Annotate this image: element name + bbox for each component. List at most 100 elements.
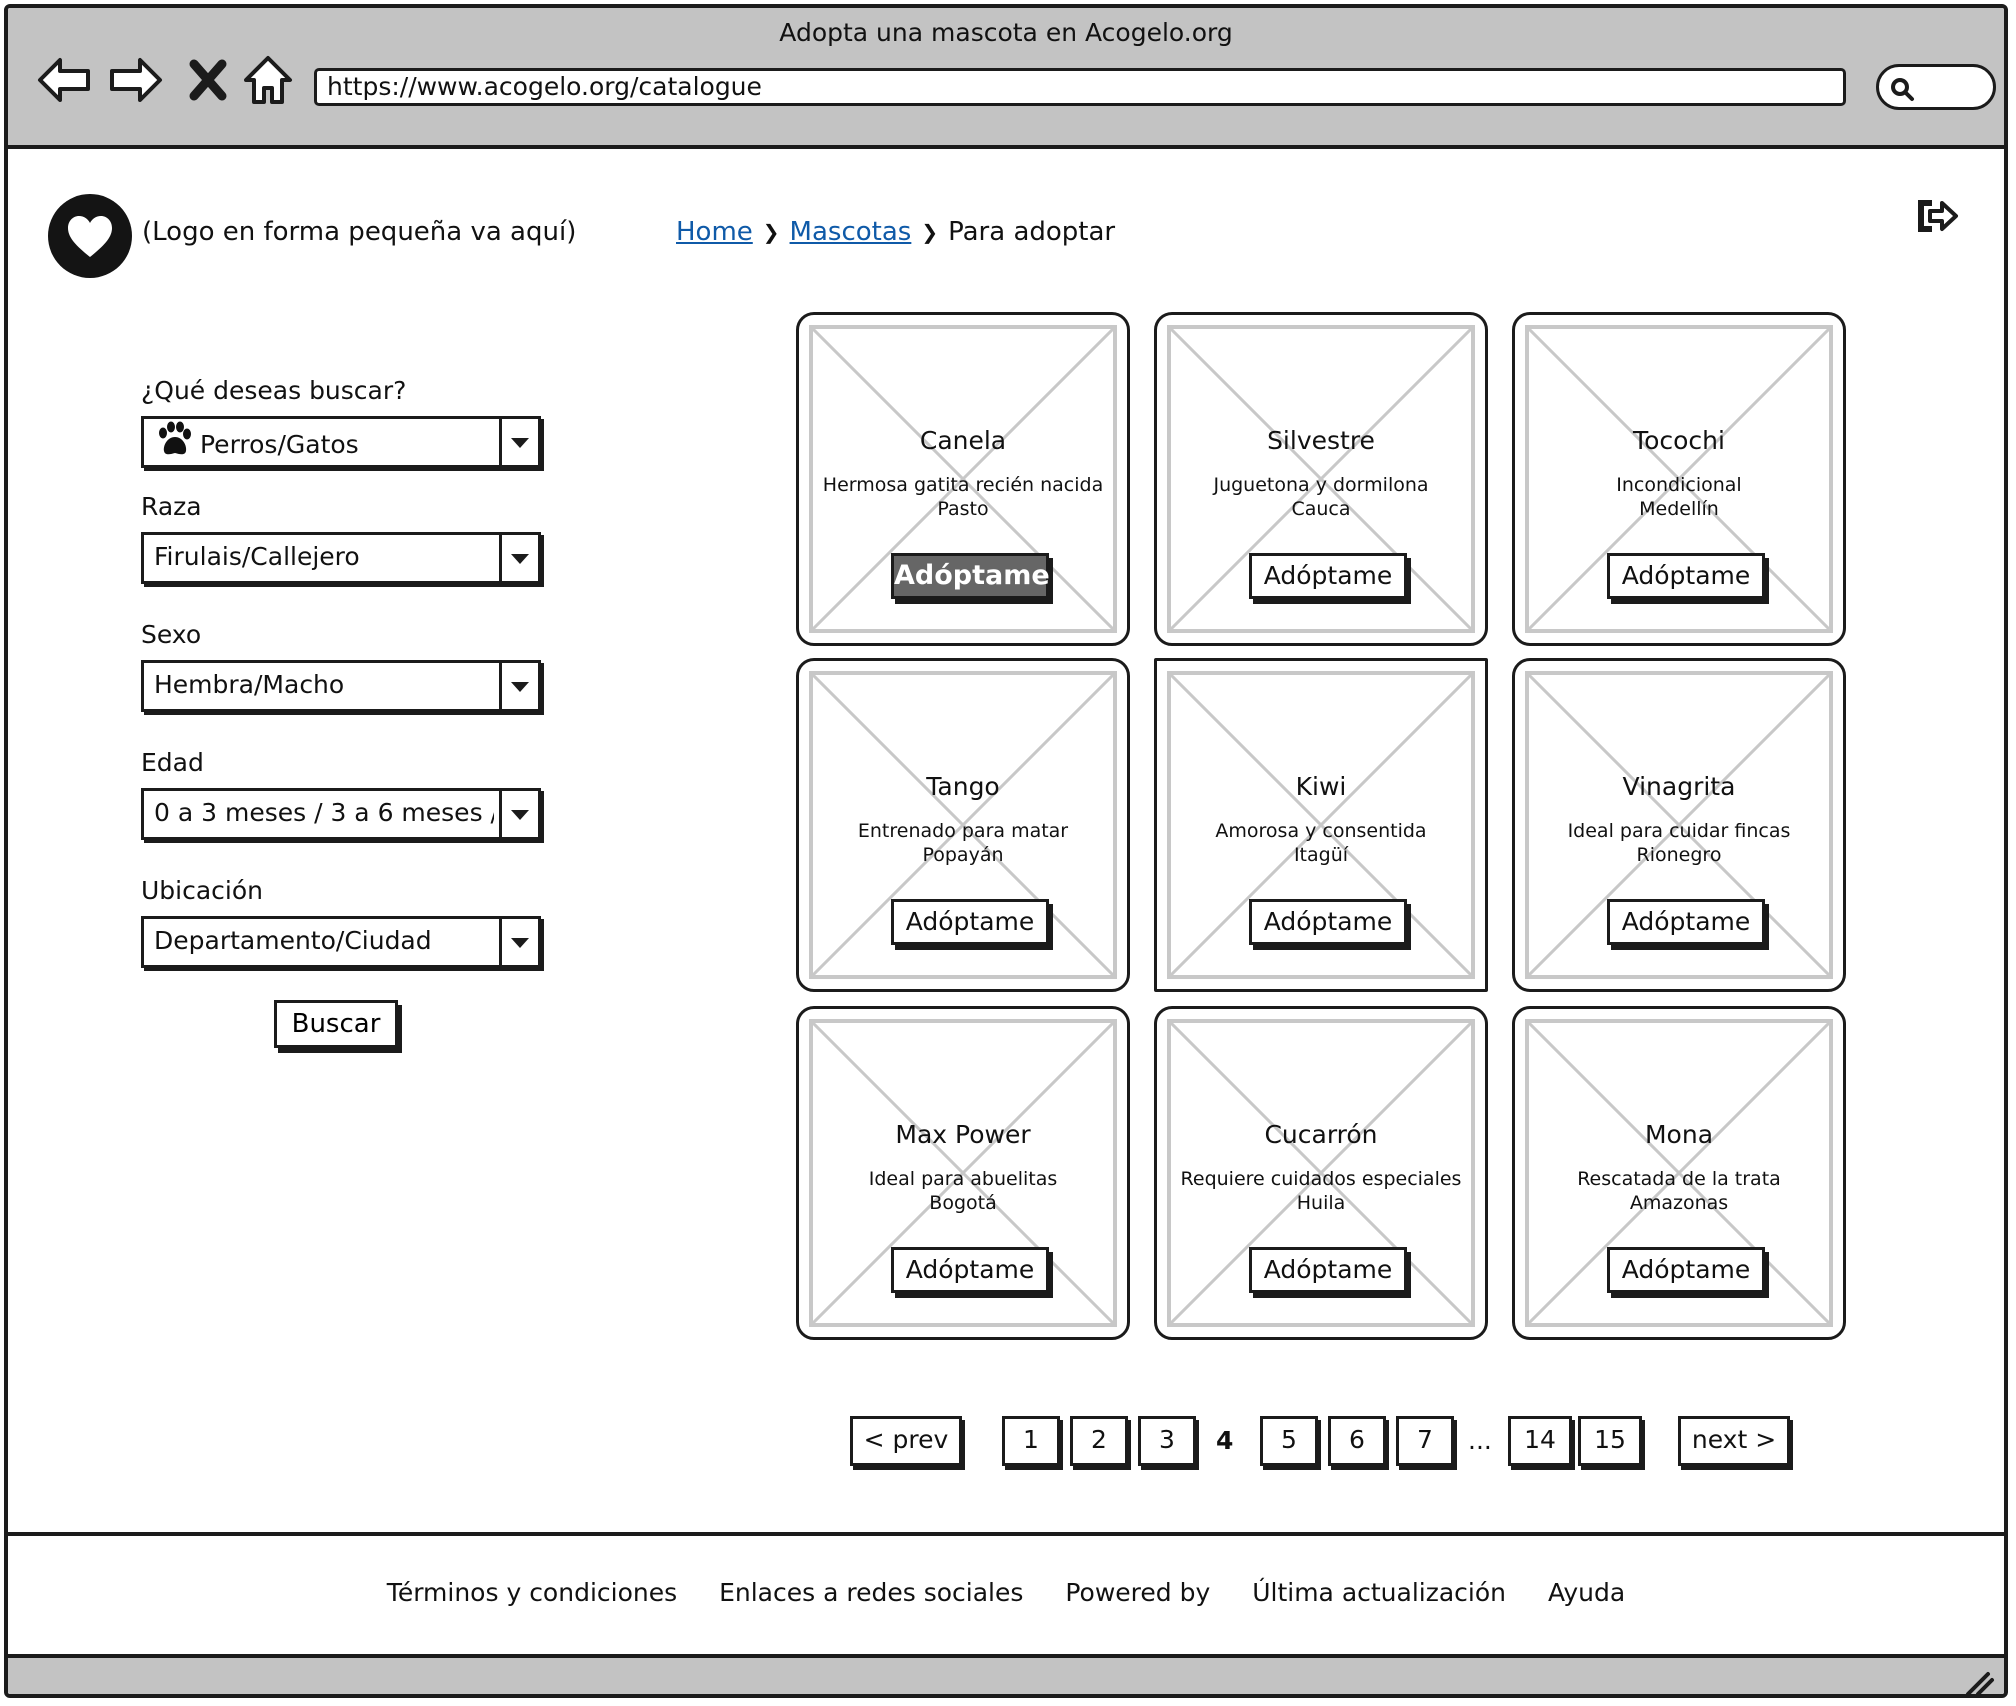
pet-name: Vinagrita <box>1622 772 1736 801</box>
current-page: 4 <box>1216 1426 1234 1455</box>
pet-description: Ideal para abuelitas <box>868 1168 1058 1190</box>
chevron-down-icon[interactable] <box>499 791 538 837</box>
pet-name: Silvestre <box>1267 426 1375 455</box>
pet-location: Bogotá <box>929 1192 997 1214</box>
breadcrumb: Home ❯ Mascotas ❯ Para adoptar <box>676 217 1115 247</box>
close-icon[interactable] <box>186 50 230 110</box>
chevron-right-icon: ❯ <box>762 220 780 244</box>
pet-description: Incondicional <box>1616 474 1742 496</box>
back-icon[interactable] <box>34 50 94 110</box>
pet-name: Max Power <box>895 1120 1031 1149</box>
browser-window: Adopta una mascota en Acogelo.org https:… <box>4 4 2008 1698</box>
adopt-button[interactable]: Adóptame <box>1249 553 1407 599</box>
pet-location: Medellín <box>1639 498 1719 520</box>
pet-description: Hermosa gatita recién nacida <box>822 474 1104 496</box>
pet-card-cucarron: Cucarrón Requiere cuidados especiales Hui… <box>1154 1006 1488 1340</box>
page-button[interactable]: 6 <box>1328 1416 1386 1466</box>
pet-card-kiwi: Kiwi Amorosa y consentida Itagüí Adóptame <box>1154 658 1488 992</box>
status-bar <box>8 1658 2004 1698</box>
search-icon <box>1891 78 1914 101</box>
logo-text: (Logo en forma pequeña va aquí) <box>142 217 577 247</box>
chevron-down-icon[interactable] <box>499 535 538 581</box>
window-title: Adopta una mascota en Acogelo.org <box>779 18 1233 47</box>
breadcrumb-current: Para adoptar <box>948 217 1116 247</box>
location-label: Ubicación <box>141 876 264 905</box>
adopt-button[interactable]: Adóptame <box>1249 899 1407 945</box>
pet-description: Ideal para cuidar fincas <box>1567 820 1791 842</box>
pet-name: Tango <box>926 772 1000 801</box>
browser-search-field[interactable] <box>1876 64 1996 110</box>
age-label: Edad <box>141 748 204 777</box>
page-button[interactable]: 1 <box>1002 1416 1060 1466</box>
chevron-right-icon: ❯ <box>921 220 939 244</box>
age-select[interactable]: 0 a 3 meses / 3 a 6 meses / 1 <box>141 788 541 840</box>
footer-link-updated[interactable]: Última actualización <box>1252 1578 1506 1607</box>
chevron-down-icon[interactable] <box>499 663 538 709</box>
pet-description: Amorosa y consentida <box>1215 820 1427 842</box>
pagination-ellipsis: ... <box>1468 1426 1492 1455</box>
breed-label: Raza <box>141 492 202 521</box>
pet-card-max-power: Max Power Ideal para abuelitas Bogotá Adó… <box>796 1006 1130 1340</box>
footer-link-powered[interactable]: Powered by <box>1065 1578 1210 1607</box>
adopt-button[interactable]: Adóptame <box>891 899 1049 945</box>
breadcrumb-mascotas[interactable]: Mascotas <box>790 217 912 247</box>
page-button[interactable]: 2 <box>1070 1416 1128 1466</box>
url-input[interactable]: https://www.acogelo.org/catalogue <box>314 68 1846 106</box>
logo[interactable] <box>48 194 132 278</box>
page-button[interactable]: 3 <box>1138 1416 1196 1466</box>
sex-select[interactable]: Hembra/Macho <box>141 660 541 712</box>
pet-name: Tocochi <box>1633 426 1725 455</box>
footer-link-help[interactable]: Ayuda <box>1548 1578 1625 1607</box>
search-type-label: ¿Qué deseas buscar? <box>141 376 407 405</box>
location-select[interactable]: Departamento/Ciudad <box>141 916 541 968</box>
footer-link-terms[interactable]: Términos y condiciones <box>387 1578 677 1607</box>
pet-name: Canela <box>919 426 1007 455</box>
breed-select[interactable]: Firulais/Callejero <box>141 532 541 584</box>
pet-description: Juguetona y dormilona <box>1213 474 1429 496</box>
sex-label: Sexo <box>141 620 202 649</box>
prev-page-button[interactable]: < prev <box>850 1416 962 1466</box>
paw-icon <box>154 419 194 465</box>
search-type-select[interactable]: Perros/Gatos <box>141 416 541 468</box>
pet-location: Amazonas <box>1629 1192 1729 1214</box>
adopt-button[interactable]: Adóptame <box>1249 1247 1407 1293</box>
pet-card-canela: Canela Hermosa gatita recién nacida Pasto… <box>796 312 1130 646</box>
chevron-down-icon[interactable] <box>499 419 538 465</box>
pet-card-silvestre: Silvestre Juguetona y dormilona Cauca Adó… <box>1154 312 1488 646</box>
footer-link-social[interactable]: Enlaces a redes sociales <box>719 1578 1023 1607</box>
breadcrumb-home[interactable]: Home <box>676 217 753 247</box>
pet-card-tocochi: Tocochi Incondicional Medellín Adóptame <box>1512 312 1846 646</box>
pet-location: Rionegro <box>1636 844 1722 866</box>
browser-toolbar: Adopta una mascota en Acogelo.org https:… <box>8 8 2004 149</box>
pet-card-tango: Tango Entrenado para matar Popayán Adópta… <box>796 658 1130 992</box>
page-button[interactable]: 5 <box>1260 1416 1318 1466</box>
search-button[interactable]: Buscar <box>274 1000 398 1048</box>
adopt-button[interactable]: Adóptame <box>1607 553 1765 599</box>
next-page-button[interactable]: next > <box>1678 1416 1790 1466</box>
pet-name: Kiwi <box>1295 772 1347 801</box>
forward-icon[interactable] <box>106 50 166 110</box>
pet-description: Entrenado para matar <box>857 820 1069 842</box>
page-button[interactable]: 7 <box>1396 1416 1454 1466</box>
pet-name: Mona <box>1644 1120 1714 1149</box>
pet-card-mona: Mona Rescatada de la trata Amazonas Adópt… <box>1512 1006 1846 1340</box>
resize-grip-icon[interactable] <box>1962 1668 1996 1698</box>
page-button[interactable]: 15 <box>1578 1416 1642 1466</box>
page-button[interactable]: 14 <box>1508 1416 1572 1466</box>
adopt-button[interactable]: Adóptame <box>891 1247 1049 1293</box>
chevron-down-icon[interactable] <box>499 919 538 965</box>
home-icon[interactable] <box>238 50 298 110</box>
footer: Términos y condiciones Enlaces a redes s… <box>8 1532 2004 1658</box>
pet-name: Cucarrón <box>1264 1120 1378 1149</box>
adopt-button[interactable]: Adóptame <box>1607 1247 1765 1293</box>
adopt-button[interactable]: Adóptame <box>1607 899 1765 945</box>
adopt-button[interactable]: Adóptame <box>891 553 1050 599</box>
pet-card-vinagrita: Vinagrita Ideal para cuidar fincas Rioneg… <box>1512 658 1846 992</box>
logout-icon[interactable] <box>1912 192 1960 240</box>
pet-description: Rescatada de la trata <box>1577 1168 1781 1190</box>
pet-location: Huila <box>1296 1192 1346 1214</box>
pet-location: Itagüí <box>1293 844 1349 866</box>
heart-icon <box>68 216 112 257</box>
pet-location: Popayán <box>922 844 1004 866</box>
pet-location: Pasto <box>937 498 989 520</box>
